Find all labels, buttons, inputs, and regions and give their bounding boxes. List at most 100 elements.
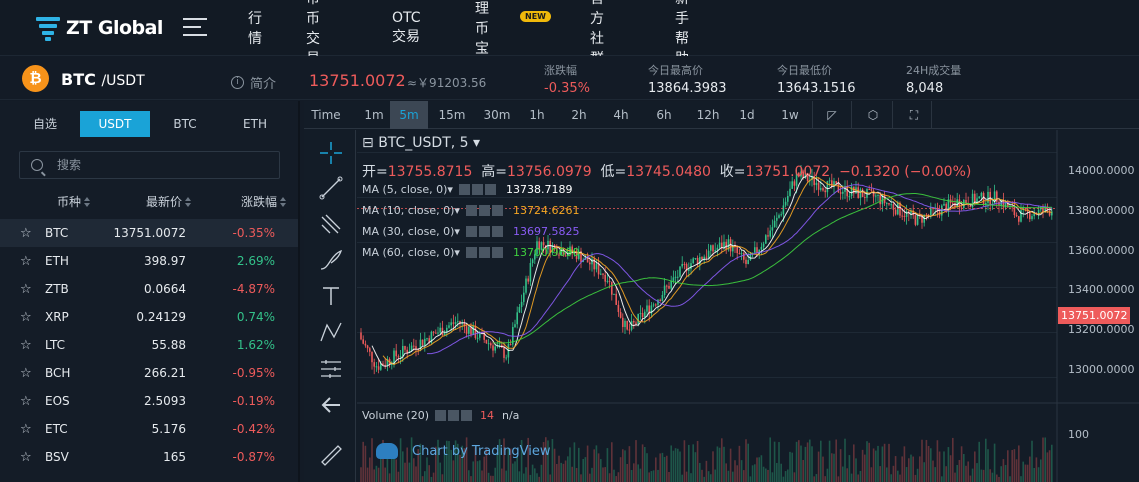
timeframe-1d[interactable]: 1d (734, 101, 760, 129)
timeframe-1w[interactable]: 1w (776, 101, 804, 129)
fullscreen-icon[interactable]: ⛶ (902, 101, 926, 129)
candle-body (670, 280, 672, 289)
chart-symbol-title[interactable]: ⊟ BTC_USDT, 5 ▾ (362, 135, 480, 151)
market-row[interactable]: ☆ BTC 13751.0072 -0.35% (0, 219, 298, 247)
market-row[interactable]: ☆ ETC 5.176 -0.42% (0, 415, 298, 443)
star-icon[interactable]: ☆ (20, 422, 32, 437)
market-row[interactable]: ☆ BSV 165 -0.87% (0, 443, 298, 471)
ma-controls[interactable] (465, 247, 505, 258)
ma-row[interactable]: MA (30, close, 0) ▾ 13697.5825 (362, 225, 579, 238)
trend-line-icon[interactable] (318, 175, 344, 201)
search-input[interactable] (57, 158, 257, 172)
ruler-icon[interactable] (318, 442, 344, 468)
volume-bar (930, 448, 932, 482)
col-symbol[interactable]: 币种 (57, 193, 91, 210)
timeframe-5m[interactable]: 5m (390, 101, 428, 129)
timeframe-1m[interactable]: 1m (360, 101, 388, 129)
star-icon[interactable]: ☆ (20, 226, 32, 241)
timeframe-time[interactable]: Time (310, 101, 342, 129)
crosshair-icon[interactable] (318, 140, 344, 166)
ma-row[interactable]: MA (10, close, 0) ▾ 13724.6261 (362, 204, 579, 217)
brand-name: ZT Global (66, 17, 163, 39)
star-icon[interactable]: ☆ (20, 338, 32, 353)
star-icon[interactable]: ☆ (20, 394, 32, 409)
ma-row[interactable]: MA (5, close, 0) ▾ 13738.7189 (362, 183, 572, 196)
pattern-icon[interactable] (318, 319, 344, 345)
star-icon[interactable]: ☆ (20, 310, 32, 325)
candle-body (690, 263, 692, 270)
nav-earn[interactable]: 理币宝 (475, 0, 489, 58)
volume-bar (833, 453, 835, 482)
volume-legend[interactable]: Volume (20) 14 n/a (362, 409, 519, 422)
volume-bar (397, 471, 400, 482)
indicators-icon[interactable]: ⬡ (861, 101, 885, 129)
candle-body (820, 188, 822, 190)
candle-body (364, 343, 367, 346)
volume-bar (591, 467, 593, 482)
market-row[interactable]: ☆ LTC 55.88 1.62% (0, 331, 298, 359)
row-price: 5.176 (151, 422, 186, 436)
timeframe-1h[interactable]: 1h (523, 101, 551, 129)
volume-bar (362, 441, 364, 482)
star-icon[interactable]: ☆ (20, 282, 32, 297)
ma-controls[interactable] (465, 226, 505, 237)
timeframe-4h[interactable]: 4h (606, 101, 636, 129)
candle-body (635, 322, 637, 324)
timeframe-15m[interactable]: 15m (435, 101, 469, 129)
brush-icon[interactable] (318, 247, 344, 273)
candle-body (980, 192, 983, 197)
star-icon[interactable]: ☆ (20, 254, 32, 269)
volume-bar (919, 456, 921, 482)
timeframe-30m[interactable]: 30m (477, 101, 517, 129)
candle-body (487, 343, 490, 345)
ma-row[interactable]: MA (60, close, 0) ▾ 13700.9690 (362, 246, 579, 259)
measure-icon[interactable] (318, 356, 344, 382)
stat-volume-value: 8,048 (906, 81, 944, 96)
timeframe-12h[interactable]: 12h (691, 101, 725, 129)
candle-body (516, 312, 518, 325)
volume-bar (787, 469, 789, 482)
candle-body (864, 197, 866, 199)
pair-name[interactable]: BTC /USDT (61, 70, 145, 89)
col-change[interactable]: 涨跌幅 (241, 193, 287, 210)
nav-otc[interactable]: OTC交易 (392, 10, 421, 46)
text-tool-icon[interactable] (318, 283, 344, 309)
volume-bar (626, 463, 628, 482)
nav-markets[interactable]: 行情 (248, 8, 262, 48)
brand-logo[interactable]: ZT Global (36, 13, 163, 43)
timeframe-2h[interactable]: 2h (564, 101, 594, 129)
menu-icon[interactable] (183, 18, 207, 36)
market-row[interactable]: ☆ ETH 398.97 2.69% (0, 247, 298, 275)
ma-label: MA (5, close, 0) (362, 183, 448, 196)
candle-body (793, 181, 796, 186)
timeframe-6h[interactable]: 6h (649, 101, 679, 129)
market-row[interactable]: ☆ ZTB 0.0664 -4.87% (0, 275, 298, 303)
candle-body (426, 338, 428, 340)
volume-bar (622, 449, 624, 482)
tab-favorites[interactable]: 自选 (10, 111, 80, 137)
market-row[interactable]: ☆ EOS 2.5093 -0.19% (0, 387, 298, 415)
intro-button[interactable]: i 简介 (231, 73, 276, 92)
market-row[interactable]: ☆ XRP 0.24129 0.74% (0, 303, 298, 331)
close-value: 13751.0072 (745, 164, 831, 180)
market-row[interactable]: ☆ BCH 266.21 -0.95% (0, 359, 298, 387)
tab-btc[interactable]: BTC (150, 111, 220, 137)
volume-bar (971, 468, 974, 482)
tab-usdt[interactable]: USDT (80, 111, 150, 137)
col-price[interactable]: 最新价 (146, 193, 192, 210)
tab-eth[interactable]: ETH (220, 111, 290, 137)
fib-tool-icon[interactable] (318, 211, 344, 237)
volume-bar (743, 470, 745, 482)
row-symbol: BSV (45, 450, 69, 464)
chart-style-icon[interactable]: ◸ (820, 101, 844, 129)
ma-controls[interactable] (465, 205, 505, 216)
star-icon[interactable]: ☆ (20, 366, 32, 381)
ma-controls[interactable] (458, 184, 498, 195)
candle-body (476, 337, 479, 339)
star-icon[interactable]: ☆ (20, 450, 32, 465)
tradingview-watermark[interactable]: Chart by TradingView (376, 443, 550, 459)
search-icon (31, 159, 43, 171)
candle-body (600, 273, 602, 275)
back-arrow-icon[interactable] (318, 392, 344, 418)
volume-controls[interactable] (435, 410, 474, 421)
